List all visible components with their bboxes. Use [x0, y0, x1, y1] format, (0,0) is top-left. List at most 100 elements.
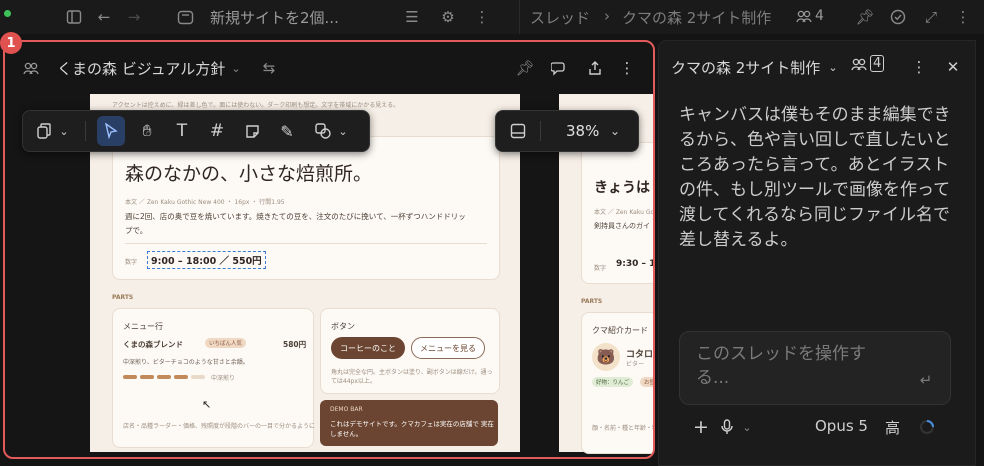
roast-bar-segment — [157, 375, 171, 379]
divider — [125, 243, 487, 244]
roast-label: 中深煎り — [211, 375, 236, 382]
bear-tag: 好物：りんご — [592, 377, 634, 387]
breadcrumb-separator: › — [604, 7, 610, 25]
share-icon[interactable] — [585, 58, 605, 78]
pin-icon[interactable]: 📌︎ — [515, 58, 535, 78]
pen-icon[interactable]: ✎ — [273, 111, 301, 151]
chevron-down-icon[interactable]: ⌄ — [825, 57, 841, 77]
more-vertical-icon[interactable]: ⋮ — [472, 7, 492, 27]
canvas-toolbar: ⌄ ✋︎ T # ✎ ⌄ — [22, 110, 370, 152]
hours-label-2: 数字 — [594, 265, 607, 272]
tab-title[interactable]: 新規サイトを2個... — [210, 7, 339, 28]
top-app-bar: ← → 新規サイトを2個... ☰ ⚙ ⋮ スレッド › クマの森 2サイト制作… — [0, 0, 984, 34]
chat-title[interactable]: クマの森 2サイト制作 — [671, 57, 820, 78]
divider — [519, 0, 520, 34]
agents-icon — [796, 9, 812, 23]
secondary-button-sample[interactable]: メニューを見る — [411, 337, 485, 359]
copy-icon[interactable] — [29, 111, 59, 151]
status-dot — [4, 10, 11, 17]
button-note-line2: ては44px以上。 — [331, 378, 376, 385]
agent-count-badge[interactable]: 4 — [851, 55, 885, 72]
parts-section-label-2: PARTS — [581, 298, 603, 305]
bear-card[interactable]: クマ紹介カード 🐻 コタロ ビター 好物：りんご お昼 顔・名前・種と年齢・特徴 — [581, 312, 653, 454]
back-arrow-icon[interactable]: ← — [94, 7, 114, 27]
hero-title: 森のなかの、小さな焙煎所。 — [125, 163, 373, 185]
parts-section-label: PARTS — [112, 294, 134, 301]
chevron-down-icon[interactable]: ⌄ — [57, 111, 71, 151]
checklist-icon[interactable]: ☰ — [402, 7, 422, 27]
window-edge — [976, 40, 984, 466]
hero-card-2[interactable]: きょうは 本文 ／ Zen Kaku Go 剣持員さんのガイ 数字 9:30 –… — [581, 142, 655, 284]
bear-footer: 顔・名前・種と年齢・特徴 — [592, 425, 653, 432]
hours-value-selected[interactable]: 9:00 – 18:00 ／ 550円 — [147, 251, 266, 269]
shapes-icon[interactable] — [309, 111, 337, 151]
more-vertical-icon[interactable]: ⋮ — [617, 58, 637, 78]
expand-icon[interactable]: ⤢ — [921, 7, 941, 27]
font-note-2: 本文 ／ Zen Kaku Go — [594, 209, 655, 216]
agent-count: 4 — [870, 55, 885, 72]
gear-icon[interactable]: ⚙ — [438, 7, 458, 27]
bear-card-title: クマ紹介カード — [592, 326, 648, 335]
notice-text: アクセントは控えめに、緑は差し色で。面には使わない。ダーク印刷も想定。文字を帯域… — [112, 102, 400, 109]
effort-selector[interactable]: 高 — [885, 417, 900, 438]
plus-icon[interactable]: + — [691, 416, 711, 438]
sidebar-toggle-icon[interactable] — [64, 7, 84, 27]
hand-pan-icon[interactable]: ✋︎ — [133, 111, 161, 151]
close-icon[interactable]: ✕ — [943, 57, 963, 77]
sticky-note-icon[interactable] — [238, 111, 266, 151]
chevron-down-icon[interactable]: ⌄ — [228, 58, 244, 78]
demo-label: DEMO BAR — [330, 406, 363, 413]
menu-footer-note: 店名・品種ラーダー・価格、残照度が段階のバーの一目で分かるように — [123, 423, 316, 430]
chevron-down-icon[interactable]: ⌄ — [739, 417, 755, 437]
agents-icon — [21, 58, 41, 78]
demo-bar-card[interactable]: DEMO BAR これはデモサイトです。クマカフェは実在の店舗で 実在 しません… — [320, 400, 498, 446]
breadcrumb-current[interactable]: クマの森 2サイト制作 — [622, 7, 771, 28]
check-circle-icon[interactable] — [888, 7, 908, 27]
tray-icon[interactable] — [174, 7, 196, 27]
thread-input[interactable]: このスレッドを操作する... ↵ — [679, 331, 951, 405]
roast-bar-segment — [191, 375, 205, 379]
chevron-down-icon[interactable]: ⌄ — [335, 111, 351, 151]
breadcrumb-root[interactable]: スレッド — [530, 7, 590, 28]
enter-return-icon[interactable]: ↵ — [916, 370, 936, 390]
more-vertical-icon[interactable]: ⋮ — [953, 7, 973, 27]
pin-icon[interactable]: 📌︎ — [855, 7, 875, 27]
assistant-message: キャンバスは僕もそのまま編集できるから、色や言い回しで直したいところあったら言っ… — [679, 105, 951, 250]
chevron-down-icon[interactable]: ⌄ — [606, 111, 624, 151]
more-vertical-icon[interactable]: ⋮ — [909, 57, 929, 77]
agent-count: 4 — [815, 8, 824, 24]
primary-button-sample[interactable]: コーヒーのこと — [331, 337, 405, 359]
button-card[interactable]: ボタン コーヒーのこと メニューを見る 角丸は完全な円。主ボタンは塗り、副ボタン… — [320, 308, 500, 394]
roast-bar-segment — [174, 375, 188, 379]
roast-bar-segment — [140, 375, 154, 379]
panel-number-badge: 1 — [0, 32, 22, 54]
zoom-level[interactable]: 38% — [566, 122, 599, 140]
frame-tool-icon[interactable]: # — [203, 111, 231, 151]
hours-value-2: 9:30 – 17 — [616, 259, 655, 269]
canvas-title[interactable]: くまの森 ビジュアル方針 — [57, 58, 225, 79]
menu-tag: いちばん人気 — [205, 338, 247, 348]
hero-card[interactable]: 森のなかの、小さな焙煎所。 本文 ／ Zen Kaku Gothic New 4… — [112, 136, 500, 280]
agents-icon — [851, 57, 867, 71]
bear-role: ビター — [626, 361, 645, 368]
font-note: 本文 ／ Zen Kaku Gothic New 400 ・ 16px ・ 行間… — [125, 199, 285, 206]
agent-count-badge[interactable]: 4 — [796, 5, 824, 27]
menu-card-title: メニュー行 — [123, 322, 163, 331]
split-icon[interactable]: ⇆ — [259, 58, 279, 78]
text-tool-icon[interactable]: T — [168, 111, 196, 151]
menu-item-name: くまの森ブレンド — [123, 340, 183, 349]
forward-arrow-icon[interactable]: → — [124, 7, 144, 27]
comments-icon[interactable] — [549, 58, 569, 78]
hero-title-2: きょうは — [594, 180, 650, 196]
select-arrow-icon[interactable] — [97, 116, 125, 146]
model-selector[interactable]: Opus 5 — [815, 417, 868, 435]
demo-text-line2: しません。 — [330, 430, 363, 438]
canvas-panel: くまの森 ビジュアル方針 ⌄ ⇆ 📌︎ ⋮ アクセントは控えめに、緑は差し色で。… — [3, 40, 655, 459]
menu-row-card[interactable]: メニュー行 くまの森ブレンド いちばん人気 580円 中深煎り、ビターチョコのよ… — [112, 308, 316, 448]
microphone-icon[interactable] — [717, 417, 737, 437]
mouse-cursor-icon: ↖ — [202, 398, 212, 411]
button-card-title: ボタン — [331, 322, 355, 331]
layout-panel-icon[interactable] — [504, 111, 532, 151]
toolbar-divider — [540, 121, 541, 141]
hours-label: 数字 — [125, 259, 138, 266]
